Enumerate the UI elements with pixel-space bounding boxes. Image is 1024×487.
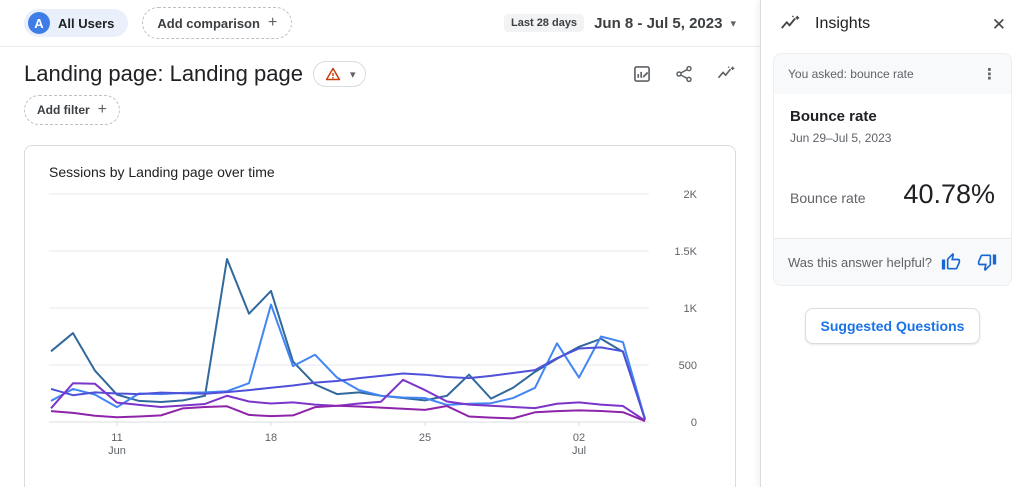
segment-bar: A All Users Add comparison + Last 28 day… [0, 0, 760, 46]
chevron-down-icon: ▾ [350, 68, 356, 81]
insight-feedback-bar: Was this answer helpful? [774, 238, 1011, 285]
metric-value: 40.78% [903, 179, 995, 210]
chart-title: Sessions by Landing page over time [49, 164, 711, 180]
date-range-label: Jun 8 - Jul 5, 2023 [594, 15, 722, 32]
data-quality-warning-button[interactable]: ▾ [313, 61, 367, 87]
all-users-segment-chip[interactable]: A All Users [24, 9, 128, 37]
all-users-label: All Users [58, 16, 114, 31]
report-title-row: Landing page: Landing page ▾ [0, 47, 760, 91]
insight-card-body: Bounce rate Jun 29–Jul 5, 2023 Bounce ra… [774, 94, 1011, 238]
suggested-questions-area: Suggested Questions [761, 308, 1024, 344]
main-report-area: A All Users Add comparison + Last 28 day… [0, 0, 760, 487]
plus-icon: + [98, 101, 107, 119]
sessions-line-chart: 0 500 1K 1.5K 2K 11Jun 18 25 02Jul [49, 186, 711, 474]
x-axis-tick-label: Jul [572, 445, 586, 457]
add-comparison-button[interactable]: Add comparison + [142, 7, 292, 39]
plus-icon: + [268, 14, 277, 32]
add-filter-label: Add filter [37, 103, 90, 117]
x-axis-tick-label: 11 [111, 432, 122, 444]
insights-icon [779, 13, 801, 35]
segment-avatar: A [28, 12, 50, 34]
y-axis-tick-label: 1.5K [674, 246, 697, 258]
metric-label: Bounce rate [790, 190, 866, 206]
x-axis-tick-label: 18 [265, 432, 277, 444]
feedback-buttons [941, 252, 997, 272]
report-actions [632, 64, 736, 84]
x-axis-tick-label: 02 [573, 432, 585, 444]
y-axis-tick-label: 2K [684, 189, 698, 201]
date-range-picker[interactable]: Jun 8 - Jul 5, 2023 ▾ [594, 15, 736, 32]
suggested-questions-button[interactable]: Suggested Questions [805, 308, 981, 344]
y-axis-tick-label: 500 [679, 360, 697, 372]
overflow-menu-icon[interactable]: ⋮ [982, 65, 997, 83]
share-icon[interactable] [674, 64, 694, 84]
chevron-down-icon: ▾ [730, 17, 736, 30]
x-axis-tick-label: Jun [108, 445, 126, 457]
insight-date-range: Jun 29–Jul 5, 2023 [790, 131, 995, 145]
insight-question-bar: You asked: bounce rate ⋮ [774, 54, 1011, 94]
legend-prev-icon: ‹ [737, 481, 743, 487]
y-axis-tick-label: 0 [691, 417, 697, 429]
insights-panel-title: Insights [815, 15, 870, 33]
series-line-5 [51, 406, 645, 421]
app-root: A All Users Add comparison + Last 28 day… [0, 0, 1024, 487]
chart-legend: /Google+Redesign/Lifestyle/Drinkware/Goo… [49, 481, 711, 487]
add-filter-button[interactable]: Add filter + [24, 95, 120, 125]
close-icon[interactable]: ✕ [992, 16, 1006, 33]
date-range-badge: Last 28 days [504, 14, 584, 32]
sessions-chart-card: Sessions by Landing page over time 0 500 1… [24, 145, 736, 487]
feedback-prompt: Was this answer helpful? [788, 255, 932, 270]
x-axis-tick-label: 25 [419, 432, 431, 444]
insights-panel: Insights ✕ You asked: bounce rate ⋮ Boun… [760, 0, 1024, 487]
insights-panel-header: Insights ✕ [761, 0, 1024, 47]
insight-question-label: You asked: bounce rate [788, 67, 914, 81]
y-axis-tick-label: 1K [684, 303, 698, 315]
customize-report-icon[interactable] [632, 64, 652, 84]
thumbs-down-icon[interactable] [977, 252, 997, 272]
page-title: Landing page: Landing page [24, 61, 303, 87]
warning-icon [324, 65, 342, 83]
date-range-area: Last 28 days Jun 8 - Jul 5, 2023 ▾ [504, 14, 736, 32]
filter-row: Add filter + [0, 91, 760, 125]
add-comparison-label: Add comparison [157, 16, 260, 31]
insight-answer-card: You asked: bounce rate ⋮ Bounce rate Jun… [773, 53, 1012, 286]
insight-title: Bounce rate [790, 108, 995, 125]
metric-row: Bounce rate 40.78% [790, 179, 995, 210]
insights-icon[interactable] [716, 64, 736, 84]
thumbs-up-icon[interactable] [941, 252, 961, 272]
